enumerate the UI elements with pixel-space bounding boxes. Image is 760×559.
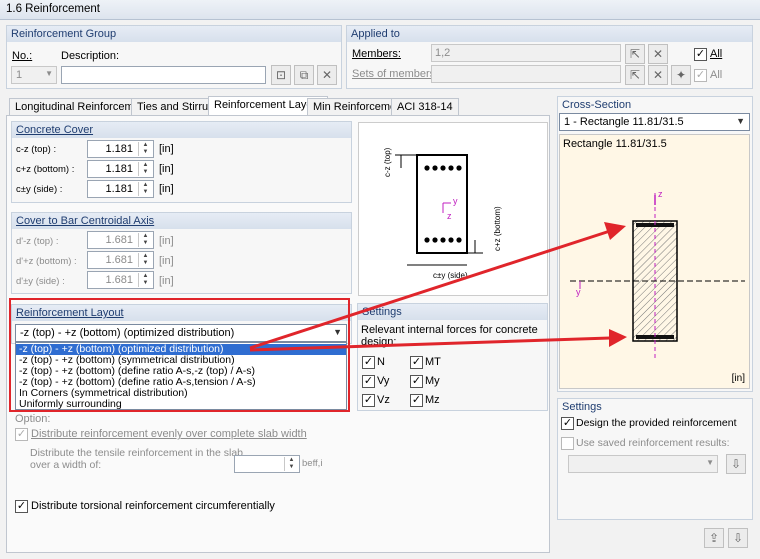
cross-section-heading: Cross-Section <box>562 99 632 111</box>
cross-section-z-label: z <box>658 189 663 199</box>
cross-section-y-label: y <box>576 287 581 297</box>
cover-diagram: c-z (top) c+z (bottom) c±y (side) y z <box>358 122 548 296</box>
clear-members-icon[interactable]: ✕ <box>648 44 668 64</box>
cover-top-unit: [in] <box>159 143 174 155</box>
force-mz-label: Mz <box>425 394 440 406</box>
window-title: 1.6 Reinforcement <box>0 0 760 20</box>
diagram-cz-bottom-label: c+z (bottom) <box>493 206 502 251</box>
design-provided-label: Design the provided reinforcement <box>576 417 737 429</box>
all-sets-label: All <box>710 69 723 81</box>
beff-label: beff,i <box>302 458 323 469</box>
cover-side-label: c±y (side) : <box>16 184 63 195</box>
import-results-icon[interactable]: ⇩ <box>726 454 746 474</box>
chevron-down-icon: ▼ <box>45 69 53 78</box>
cross-section-caption: Rectangle 11.81/31.5 <box>563 138 667 150</box>
members-label: Members: <box>352 48 401 60</box>
export-icon[interactable]: ⇪ <box>704 528 724 548</box>
option-label: Option: <box>15 413 51 425</box>
all-sets-checkbox[interactable]: ✓ <box>694 69 707 82</box>
force-mt-checkbox[interactable]: ✓ <box>410 356 423 369</box>
delete-icon[interactable]: ✕ <box>317 65 337 85</box>
centroid-top-unit: [in] <box>159 235 174 247</box>
copy-icon[interactable]: ⧉ <box>294 65 314 85</box>
description-label: Description: <box>61 50 120 62</box>
centroid-side-input[interactable]: 1.681 ▲ ▼ <box>87 271 154 289</box>
tensile-text-line-2: over a width of: <box>30 459 102 471</box>
tensile-text-line-1: Distribute the tensile reinforcement in … <box>30 447 244 459</box>
force-my-label: My <box>425 375 440 387</box>
select-sets-icon[interactable]: ⇱ <box>625 65 645 85</box>
torsional-checkbox[interactable]: ✓ <box>15 500 28 513</box>
force-my-checkbox[interactable]: ✓ <box>410 375 423 388</box>
cover-side-unit: [in] <box>159 183 174 195</box>
distribute-slab-checkbox[interactable]: ✓ <box>15 428 28 441</box>
select-members-icon[interactable]: ⇱ <box>625 44 645 64</box>
diagram-y-label: y <box>453 196 458 206</box>
diagram-cy-side-label: c±y (side) <box>433 271 468 280</box>
cross-section-drawing <box>570 193 745 361</box>
import-icon[interactable]: ⇩ <box>728 528 748 548</box>
cross-section-unit: [in] <box>731 373 745 384</box>
description-input[interactable] <box>61 66 266 84</box>
force-vz-checkbox[interactable]: ✓ <box>362 394 375 407</box>
all-members-label: All <box>710 48 723 60</box>
group-number-select[interactable]: 1 ▼ <box>11 66 57 84</box>
force-vy-checkbox[interactable]: ✓ <box>362 375 375 388</box>
cover-top-label: c-z (top) : <box>16 144 57 155</box>
cross-section-select[interactable]: 1 - Rectangle 11.81/31.5 ▼ <box>559 113 750 131</box>
diagram-z-label: z <box>447 211 452 221</box>
members-input[interactable]: 1,2 <box>431 44 621 62</box>
cover-side-input[interactable]: 1.181 ▲ ▼ <box>87 180 154 198</box>
force-n-label: N <box>377 356 385 368</box>
cover-centroid-heading: Cover to Bar Centroidal Axis <box>12 213 351 229</box>
chevron-down-icon: ▼ <box>736 116 745 126</box>
sets-label: Sets of members: <box>352 68 439 80</box>
use-saved-label: Use saved reinforcement results: <box>576 437 730 449</box>
centroid-side-unit: [in] <box>159 275 174 287</box>
use-saved-checkbox[interactable] <box>561 437 574 450</box>
cover-bottom-label: c+z (bottom) : <box>16 164 75 175</box>
concrete-cover-heading: Concrete Cover <box>12 122 351 138</box>
design-provided-checkbox[interactable]: ✓ <box>561 417 574 430</box>
new-set-icon[interactable]: ✦ <box>671 65 691 85</box>
reinforcement-group-heading: Reinforcement Group <box>7 26 341 42</box>
no-label: No.: <box>12 50 33 62</box>
force-mt-label: MT <box>425 356 441 368</box>
centroid-side-label: d'±y (side) : <box>16 276 65 287</box>
chevron-down-icon: ▼ <box>706 458 714 467</box>
centroid-top-label: d'-z (top) : <box>16 236 59 247</box>
relevant-forces-text: Relevant internal forces for concrete de… <box>361 324 538 348</box>
centroid-bottom-input[interactable]: 1.681 ▲ ▼ <box>87 251 154 269</box>
force-vy-label: Vy <box>377 375 390 387</box>
clear-sets-icon[interactable]: ✕ <box>648 65 668 85</box>
applied-to-panel: Applied to Members: 1,2 ⇱ ✕ ✓ All Sets o… <box>346 25 753 89</box>
tab-aci[interactable]: ACI 318-14 <box>391 98 459 116</box>
layout-highlight-box <box>9 298 350 412</box>
reinforcement-group-panel: Reinforcement Group No.: Description: 1 ▼… <box>6 25 342 89</box>
settings-right-heading: Settings <box>562 401 602 413</box>
torsional-label: Distribute torsional reinforcement circu… <box>31 500 275 512</box>
cover-bottom-unit: [in] <box>159 163 174 175</box>
applied-to-heading: Applied to <box>347 26 752 42</box>
cover-bottom-input[interactable]: 1.181 ▲ ▼ <box>87 160 154 178</box>
open-icon[interactable]: ⊡ <box>271 65 291 85</box>
distribute-slab-label: Distribute reinforcement evenly over com… <box>31 428 307 440</box>
beff-input[interactable]: ▲ ▼ <box>234 455 300 473</box>
centroid-top-input[interactable]: 1.681 ▲ ▼ <box>87 231 154 249</box>
saved-results-select[interactable]: ▼ <box>568 455 718 473</box>
force-n-checkbox[interactable]: ✓ <box>362 356 375 369</box>
force-mz-checkbox[interactable]: ✓ <box>410 394 423 407</box>
sets-input[interactable] <box>431 65 621 83</box>
centroid-bottom-unit: [in] <box>159 255 174 267</box>
settings-forces-heading: Settings <box>358 304 547 320</box>
cross-section-view: Rectangle 11.81/31.5 [in] z y <box>559 134 750 389</box>
diagram-cz-top-label: c-z (top) <box>383 147 392 177</box>
centroid-bottom-label: d'+z (bottom) : <box>16 256 77 267</box>
all-members-checkbox[interactable]: ✓ <box>694 48 707 61</box>
cover-top-input[interactable]: 1.181 ▲ ▼ <box>87 140 154 158</box>
force-vz-label: Vz <box>377 394 390 406</box>
